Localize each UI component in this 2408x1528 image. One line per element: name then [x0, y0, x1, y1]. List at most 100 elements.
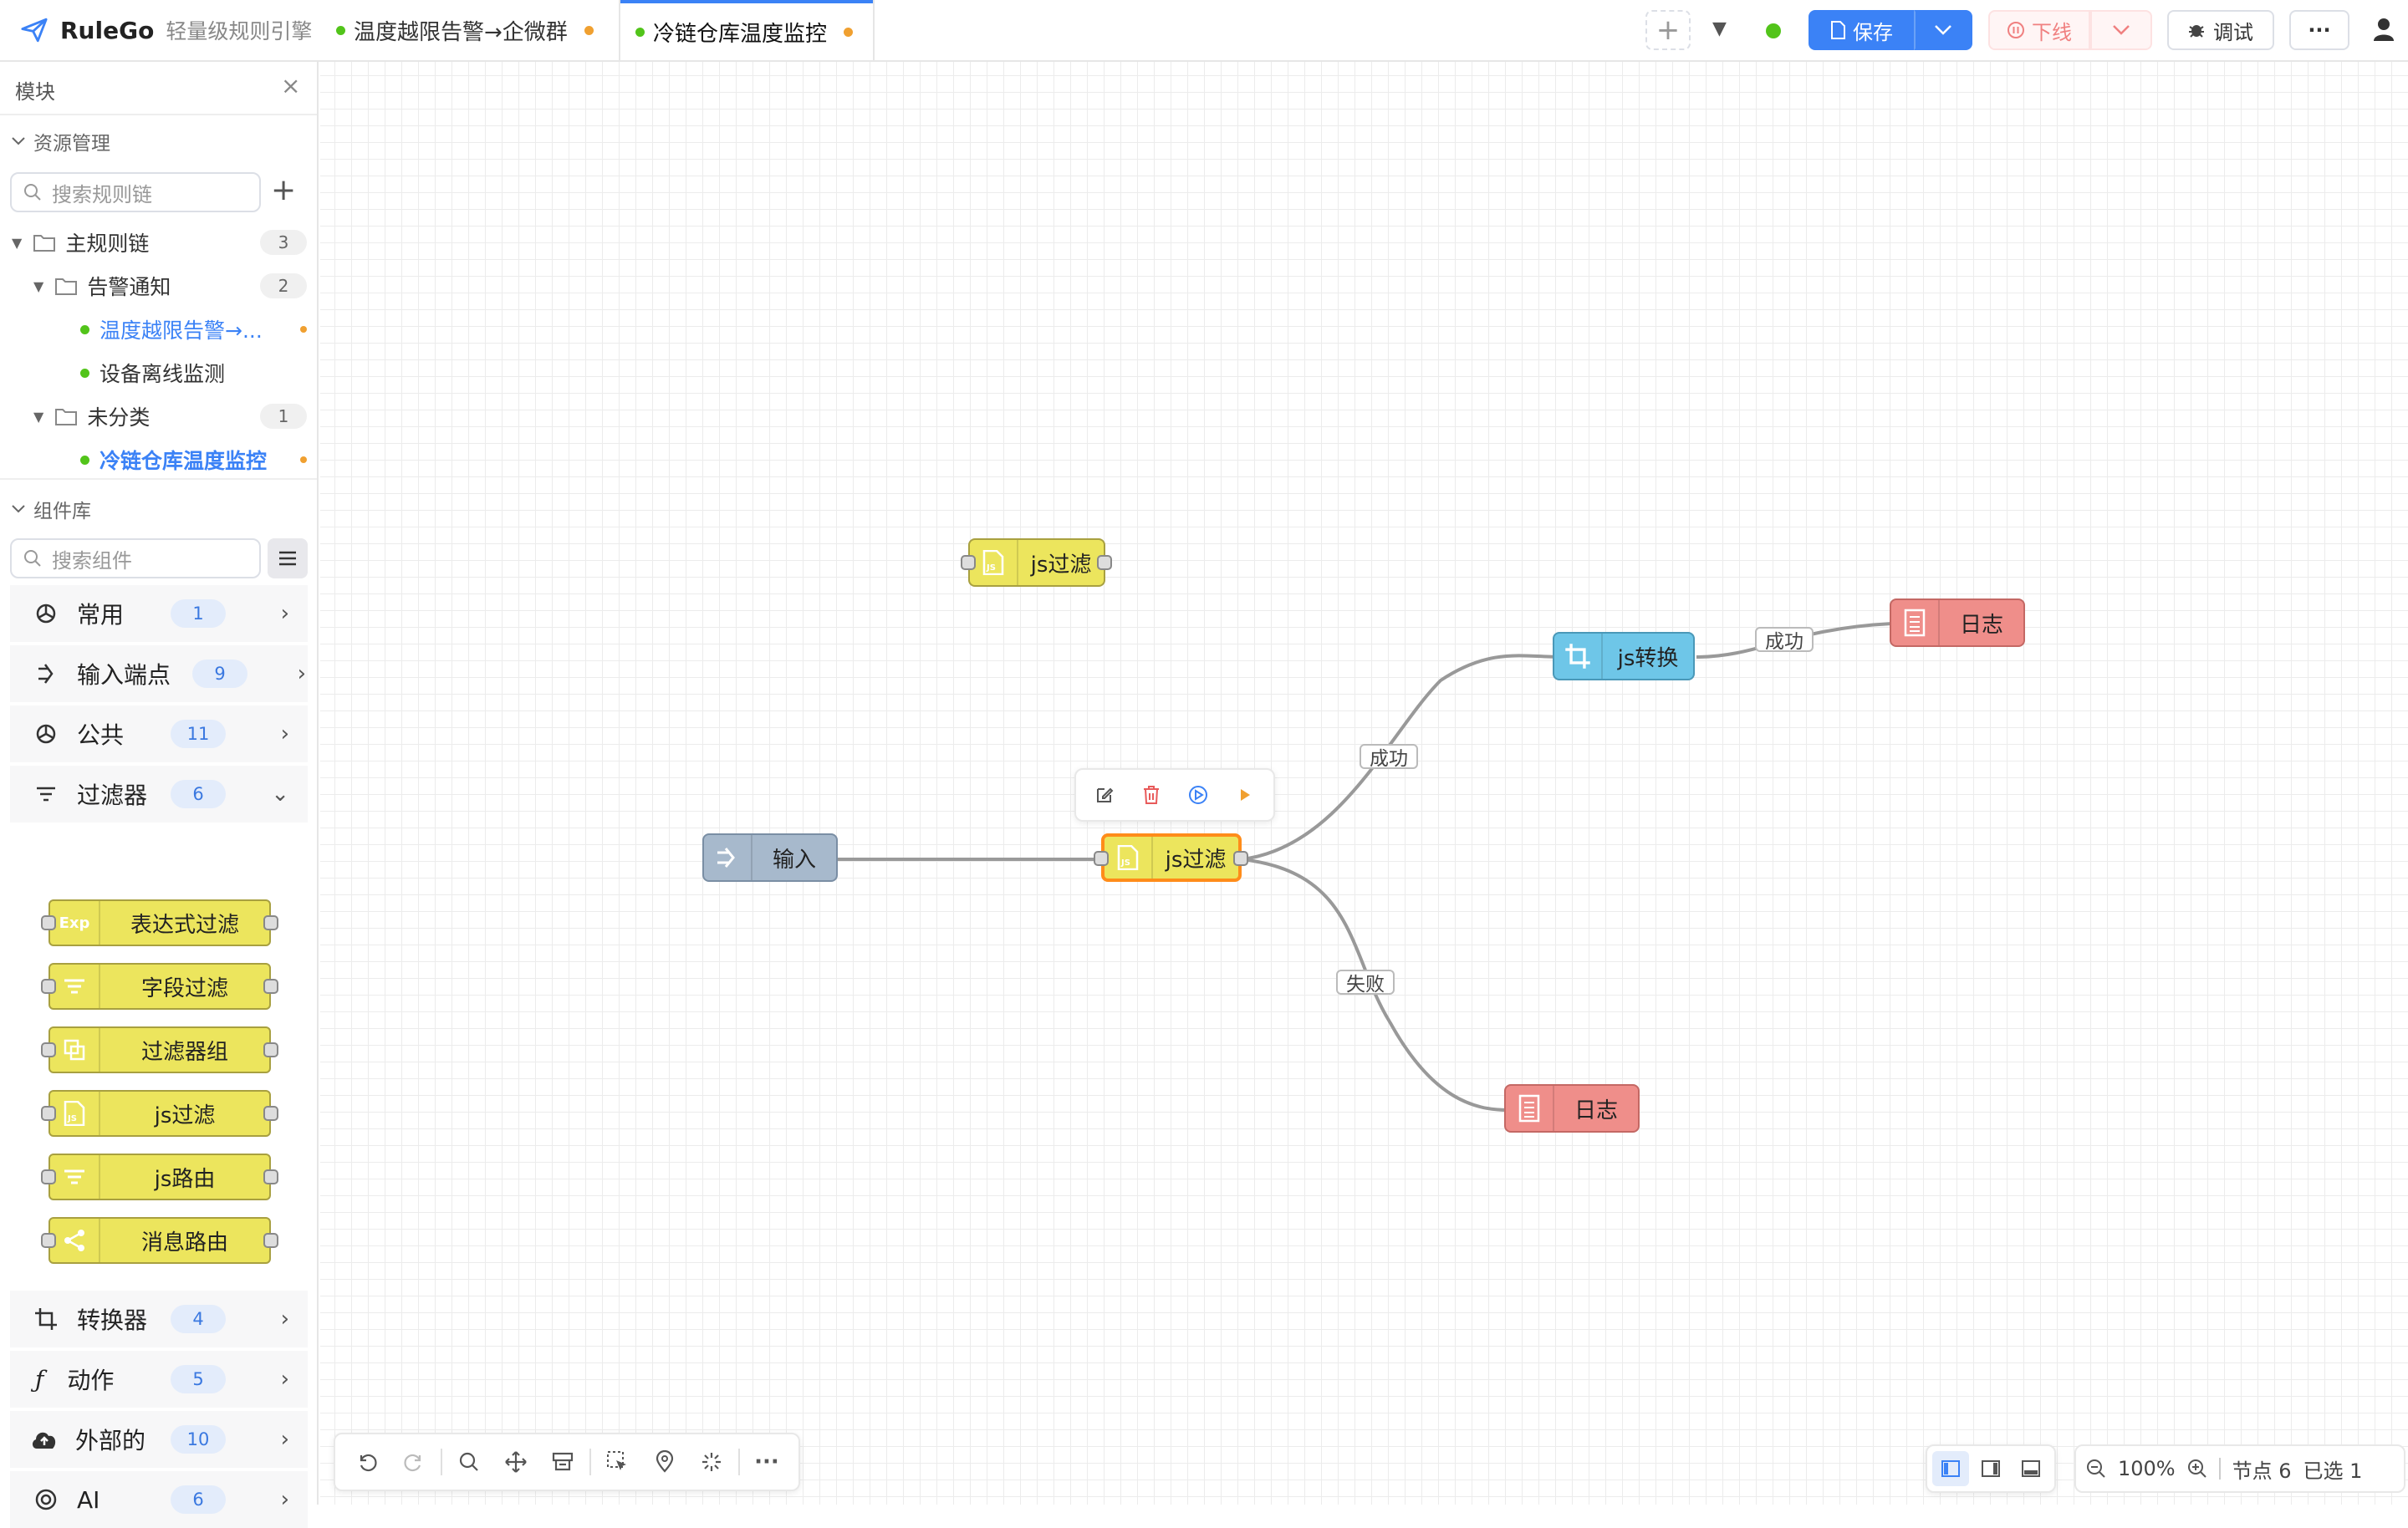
palette-filter-group[interactable]: 过滤器组 — [48, 1026, 271, 1073]
location-icon[interactable] — [641, 1439, 688, 1485]
resource-section-label: 资源管理 — [33, 133, 110, 155]
resource-section-header[interactable]: 资源管理 — [12, 127, 110, 155]
tree-item-temp-alert[interactable]: 温度越限告警→... — [0, 308, 319, 351]
move-icon[interactable] — [492, 1439, 539, 1485]
category-count: 10 — [171, 1425, 226, 1454]
more-icon[interactable]: ··· — [743, 1439, 790, 1485]
chevron-right-icon: › — [280, 1306, 289, 1332]
close-icon[interactable]: × — [281, 72, 300, 99]
tree-item-cold-chain[interactable]: 冷链仓库温度监控 — [0, 438, 319, 481]
component-section-header[interactable]: 组件库 — [12, 495, 91, 523]
category-public[interactable]: 公共 11 › — [10, 705, 308, 762]
openai-like-icon — [36, 724, 56, 744]
play-icon[interactable] — [1222, 772, 1268, 818]
sparkle-icon[interactable] — [688, 1439, 735, 1485]
category-common[interactable]: 常用 1 › — [10, 585, 308, 642]
list-view-toggle[interactable] — [268, 538, 308, 578]
category-label: AI — [77, 1485, 100, 1514]
selected-count: 已选 1 — [2303, 1459, 2363, 1483]
node-count: 节点 6 — [2232, 1459, 2292, 1483]
flow-canvas[interactable]: 成功 成功 失败 JS js过滤 输入 JS js过滤 js转换 日志 日志 ·… — [320, 62, 2408, 1505]
palette-expression-filter[interactable]: Exp 表达式过滤 — [48, 899, 271, 946]
zoom-in-icon[interactable] — [2187, 1459, 2207, 1479]
node-js-transform[interactable]: js转换 — [1553, 632, 1695, 680]
port[interactable] — [961, 555, 976, 570]
play-circle-icon[interactable] — [1175, 772, 1222, 818]
category-transformer[interactable]: 转换器 4 › — [10, 1291, 308, 1347]
category-ai[interactable]: AI 6 › — [10, 1471, 308, 1528]
node-input[interactable]: 输入 — [702, 833, 838, 882]
tree-label: 未分类 — [87, 405, 150, 430]
modified-dot — [300, 456, 307, 463]
layout-icon[interactable] — [539, 1439, 586, 1485]
divider — [0, 478, 317, 480]
chevron-right-icon: › — [280, 721, 289, 746]
cloud-upload-icon — [32, 1432, 56, 1449]
status-dot — [80, 368, 89, 378]
offline-button[interactable]: 下线 — [1988, 10, 2090, 50]
svg-text:JS: JS — [1120, 858, 1130, 868]
node-label: js过滤 — [1165, 847, 1227, 873]
node-log-success[interactable]: 日志 — [1890, 598, 2025, 647]
edit-icon[interactable] — [1081, 772, 1128, 818]
tree-folder-uncategorized[interactable]: ▼ 未分类 1 — [0, 395, 319, 438]
chevron-down-icon — [12, 505, 25, 513]
add-tab-button[interactable]: + — [1645, 10, 1691, 50]
redo-icon[interactable] — [390, 1439, 437, 1485]
divider — [441, 1449, 442, 1475]
tree-item-offline-monitor[interactable]: 设备离线监测 — [0, 351, 319, 395]
app-subtitle: 轻量级规则引擎 — [166, 19, 313, 43]
node-js-filter-selected[interactable]: JS js过滤 — [1101, 833, 1242, 882]
debug-button[interactable]: 调试 — [2167, 10, 2274, 50]
more-button[interactable]: ··· — [2289, 10, 2349, 50]
category-action[interactable]: ƒ 动作 5 › — [10, 1351, 308, 1408]
port[interactable] — [1097, 555, 1112, 570]
node-js-filter-standalone[interactable]: JS js过滤 — [968, 538, 1105, 587]
category-input-endpoint[interactable]: 输入端点 9 › — [10, 645, 308, 702]
tab-chain-1[interactable]: 温度越限告警→企微群 — [319, 0, 619, 60]
palette-js-filter[interactable]: JS js过滤 — [48, 1090, 271, 1137]
tab-dropdown-icon[interactable]: ▼ — [1712, 18, 1727, 39]
palette-field-filter[interactable]: 字段过滤 — [48, 963, 271, 1010]
category-label: 输入端点 — [77, 661, 171, 689]
tree-folder-alert[interactable]: ▼ 告警通知 2 — [0, 264, 319, 308]
js-icon: JS — [1105, 837, 1153, 879]
edge-label-success[interactable]: 成功 — [1755, 627, 1814, 653]
select-icon[interactable] — [594, 1439, 641, 1485]
port[interactable] — [1094, 851, 1109, 866]
save-button[interactable]: 保存 — [1809, 10, 1914, 50]
search-icon[interactable] — [446, 1439, 492, 1485]
top-bar: RuleGo 轻量级规则引擎 温度越限告警→企微群 冷链仓库温度监控 + ▼ 保… — [0, 0, 2408, 62]
port — [41, 1042, 56, 1057]
category-filter[interactable]: 过滤器 6 ⌄ — [10, 766, 308, 823]
tab-chain-2[interactable]: 冷链仓库温度监控 — [619, 0, 873, 60]
palette-js-router[interactable]: js路由 — [48, 1154, 271, 1200]
offline-dropdown-button[interactable] — [2090, 10, 2152, 50]
group-icon — [50, 1028, 100, 1072]
chevron-right-icon: › — [297, 661, 306, 686]
save-dropdown-button[interactable] — [1914, 10, 1972, 50]
port[interactable] — [1233, 851, 1248, 866]
right-panel-toggle-icon[interactable] — [1972, 1451, 2009, 1486]
search-component-input[interactable]: 搜索组件 — [10, 538, 261, 578]
folder-icon — [33, 235, 56, 252]
bottom-panel-toggle-icon[interactable] — [2013, 1451, 2049, 1486]
category-external[interactable]: 外部的 10 › — [10, 1411, 308, 1468]
left-panel-toggle-icon[interactable] — [1932, 1451, 1969, 1486]
edge-label-failure[interactable]: 失败 — [1336, 970, 1395, 996]
folder-icon — [55, 409, 78, 425]
edge-label-success[interactable]: 成功 — [1360, 744, 1418, 770]
tree-folder-main[interactable]: ▼ 主规则链 3 — [0, 221, 319, 264]
folder-icon — [55, 278, 78, 295]
node-label: js转换 — [1617, 645, 1679, 671]
search-chain-placeholder: 搜索规则链 — [52, 182, 152, 206]
palette-message-router[interactable]: 消息路由 — [48, 1217, 271, 1264]
node-log-failure[interactable]: 日志 — [1504, 1084, 1640, 1133]
user-icon[interactable] — [2373, 17, 2395, 45]
divider — [2218, 1458, 2221, 1480]
delete-icon[interactable] — [1128, 772, 1175, 818]
undo-icon[interactable] — [344, 1439, 390, 1485]
add-chain-button[interactable]: + — [271, 174, 296, 207]
search-chain-input[interactable]: 搜索规则链 — [10, 172, 261, 212]
zoom-out-icon[interactable] — [2086, 1459, 2106, 1479]
